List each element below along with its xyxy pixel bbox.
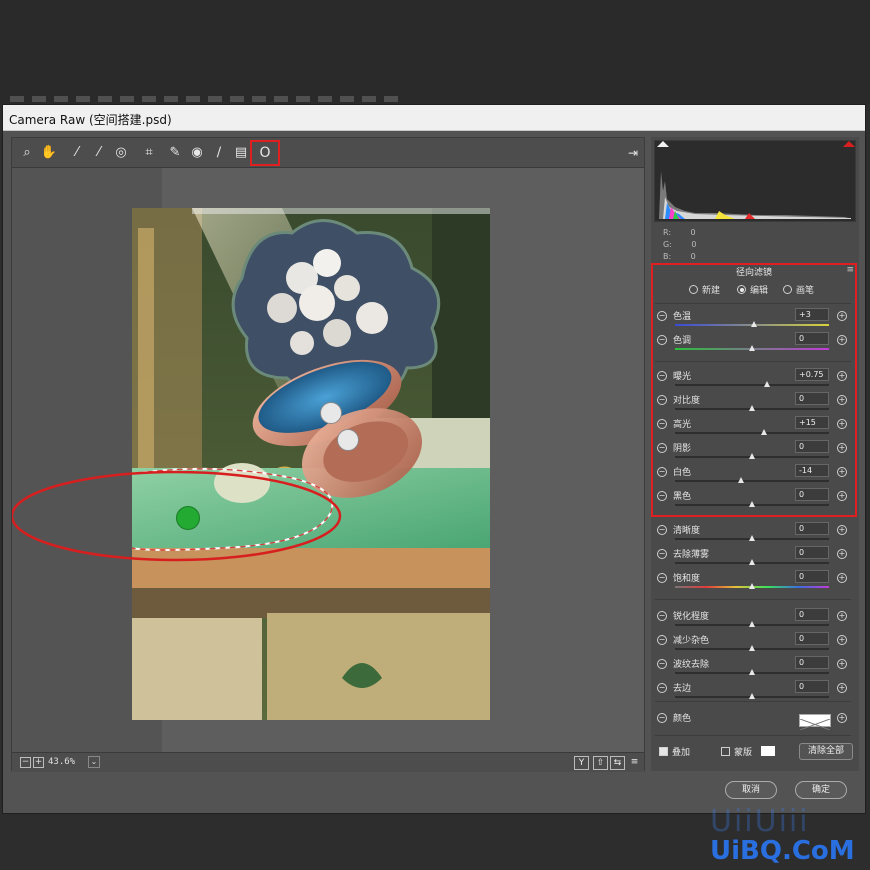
background-app-strip xyxy=(0,0,870,104)
slider-value-field[interactable]: 0 xyxy=(795,570,829,583)
slider-row: − 清晰度 0 + xyxy=(651,521,857,545)
slider-value-field[interactable]: 0 xyxy=(795,632,829,645)
adjustment-panel: R: 0 G: 0 B: 0 径向滤镜 ≡ 新建 编辑 画笔 − 色温 +3 + − 色调… xyxy=(651,137,859,771)
mask-checkbox[interactable] xyxy=(721,747,730,756)
radial-filter-outline[interactable] xyxy=(131,467,334,551)
slider-value-field[interactable]: 0 xyxy=(795,608,829,621)
slider-thumb[interactable] xyxy=(749,645,755,651)
decrease-icon[interactable]: − xyxy=(657,659,667,669)
highlight-clip-icon xyxy=(843,141,855,147)
increase-icon[interactable]: + xyxy=(837,659,847,669)
slider-label: 清晰度 xyxy=(673,526,701,536)
title-bar: Camera Raw (空间搭建.psd) xyxy=(3,105,865,131)
slider-value-field[interactable]: 0 xyxy=(795,546,829,559)
decrease-icon[interactable]: − xyxy=(657,573,667,583)
slider-label: 锐化程度 xyxy=(673,612,710,622)
preview-area: ⌕ ✋ ⁄ ⁄ ◎ ⌗ ✎ ◉ ∕ ▤ O ⇥ − + 43.6% ⌄ Y ⇧ … xyxy=(11,137,645,772)
g-value: 0 xyxy=(691,240,697,249)
slider-label: 去边 xyxy=(673,684,692,694)
separator xyxy=(655,599,851,600)
camera-raw-dialog: Camera Raw (空间搭建.psd) ⌕ ✋ ⁄ ⁄ ◎ ⌗ ✎ ◉ ∕ … xyxy=(2,104,866,814)
increase-icon[interactable]: + xyxy=(837,573,847,583)
slider-row: − 去除薄雾 0 + xyxy=(651,545,857,569)
slider-value-field[interactable]: 0 xyxy=(795,680,829,693)
overlay-controls: 叠加 蒙版 清除全部 xyxy=(651,741,857,765)
r-label: R: xyxy=(663,228,672,237)
slider-row: − 减少杂色 0 + xyxy=(651,631,857,655)
zoom-level: 43.6% xyxy=(48,757,76,767)
b-value: 0 xyxy=(690,252,696,261)
slider-label: 饱和度 xyxy=(673,574,701,584)
ok-button[interactable]: 确定 xyxy=(795,781,847,799)
zoom-out-button[interactable]: − xyxy=(20,757,31,768)
overlay-checkbox[interactable] xyxy=(659,747,668,756)
slider-row: − 饱和度 0 + xyxy=(651,569,857,593)
view-settings-icon[interactable]: ≡ xyxy=(627,756,642,770)
decrease-icon[interactable]: − xyxy=(657,635,667,645)
blurred-menu-bar xyxy=(10,96,400,102)
no-color-icon xyxy=(799,718,831,731)
slider-label: 波纹去除 xyxy=(673,660,710,670)
slider-thumb[interactable] xyxy=(749,535,755,541)
decrease-icon[interactable]: − xyxy=(657,683,667,693)
increase-icon[interactable]: + xyxy=(837,549,847,559)
status-bar: − + 43.6% ⌄ Y ⇧ ⇆ ≡ xyxy=(12,752,644,772)
slider-label: 减少杂色 xyxy=(673,636,710,646)
slider-thumb[interactable] xyxy=(749,669,755,675)
slider-thumb[interactable] xyxy=(749,583,755,589)
clear-all-button[interactable]: 清除全部 xyxy=(799,743,853,760)
overlay-toggle[interactable]: 叠加 xyxy=(659,745,690,758)
decrease-icon[interactable]: − xyxy=(657,611,667,621)
slider-thumb[interactable] xyxy=(749,559,755,565)
slider-thumb[interactable] xyxy=(749,621,755,627)
g-label: G: xyxy=(663,240,672,249)
increase-icon[interactable]: + xyxy=(837,611,847,621)
b-label: B: xyxy=(663,252,672,261)
before-view-button[interactable]: ⇧ xyxy=(593,756,608,770)
color-minus-icon[interactable]: − xyxy=(657,713,667,723)
decrease-icon[interactable]: − xyxy=(657,525,667,535)
window-title: Camera Raw (空间搭建.psd) xyxy=(9,113,172,127)
color-label: 颜色 xyxy=(673,714,692,724)
rgb-readout: R: 0 G: 0 B: 0 xyxy=(663,227,696,263)
increase-icon[interactable]: + xyxy=(837,683,847,693)
watermark-line1: UiiUiii xyxy=(710,804,810,839)
r-value: 0 xyxy=(690,228,696,237)
slider-row: − 波纹去除 0 + xyxy=(651,655,857,679)
slider-value-field[interactable]: 0 xyxy=(795,656,829,669)
color-swatch[interactable] xyxy=(799,714,831,731)
zoom-dropdown[interactable]: ⌄ xyxy=(88,756,100,768)
histogram xyxy=(654,140,856,222)
swap-view-button[interactable]: ⇆ xyxy=(610,756,625,770)
before-after-y-button[interactable]: Y xyxy=(574,756,589,770)
histogram-graph xyxy=(657,141,855,219)
increase-icon[interactable]: + xyxy=(837,635,847,645)
decrease-icon[interactable]: − xyxy=(657,549,667,559)
mask-label: 蒙版 xyxy=(734,748,753,758)
mask-toggle[interactable]: 蒙版 xyxy=(721,745,752,758)
increase-icon[interactable]: + xyxy=(837,525,847,535)
mask-color-swatch[interactable] xyxy=(761,746,775,756)
separator xyxy=(655,735,851,736)
screen: Camera Raw (空间搭建.psd) ⌕ ✋ ⁄ ⁄ ◎ ⌗ ✎ ◉ ∕ … xyxy=(0,0,870,870)
slider-thumb[interactable] xyxy=(749,693,755,699)
overlay-layer xyxy=(12,467,342,562)
panel-highlight xyxy=(651,263,857,517)
overlay-label: 叠加 xyxy=(672,748,691,758)
slider-row: − 去边 0 + xyxy=(651,679,857,703)
cancel-button[interactable]: 取消 xyxy=(725,781,777,799)
annotation-ellipse xyxy=(12,470,342,562)
shadow-clip-icon xyxy=(657,141,669,147)
slider-row: − 锐化程度 0 + xyxy=(651,607,857,631)
slider-label: 去除薄雾 xyxy=(673,550,710,560)
zoom-in-button[interactable]: + xyxy=(33,757,44,768)
slider-value-field[interactable]: 0 xyxy=(795,522,829,535)
watermark: UiiUiii UiBQ.CoM xyxy=(710,800,870,868)
watermark-line2: UiBQ.CoM xyxy=(710,836,855,866)
color-plus-icon[interactable]: + xyxy=(837,713,847,723)
